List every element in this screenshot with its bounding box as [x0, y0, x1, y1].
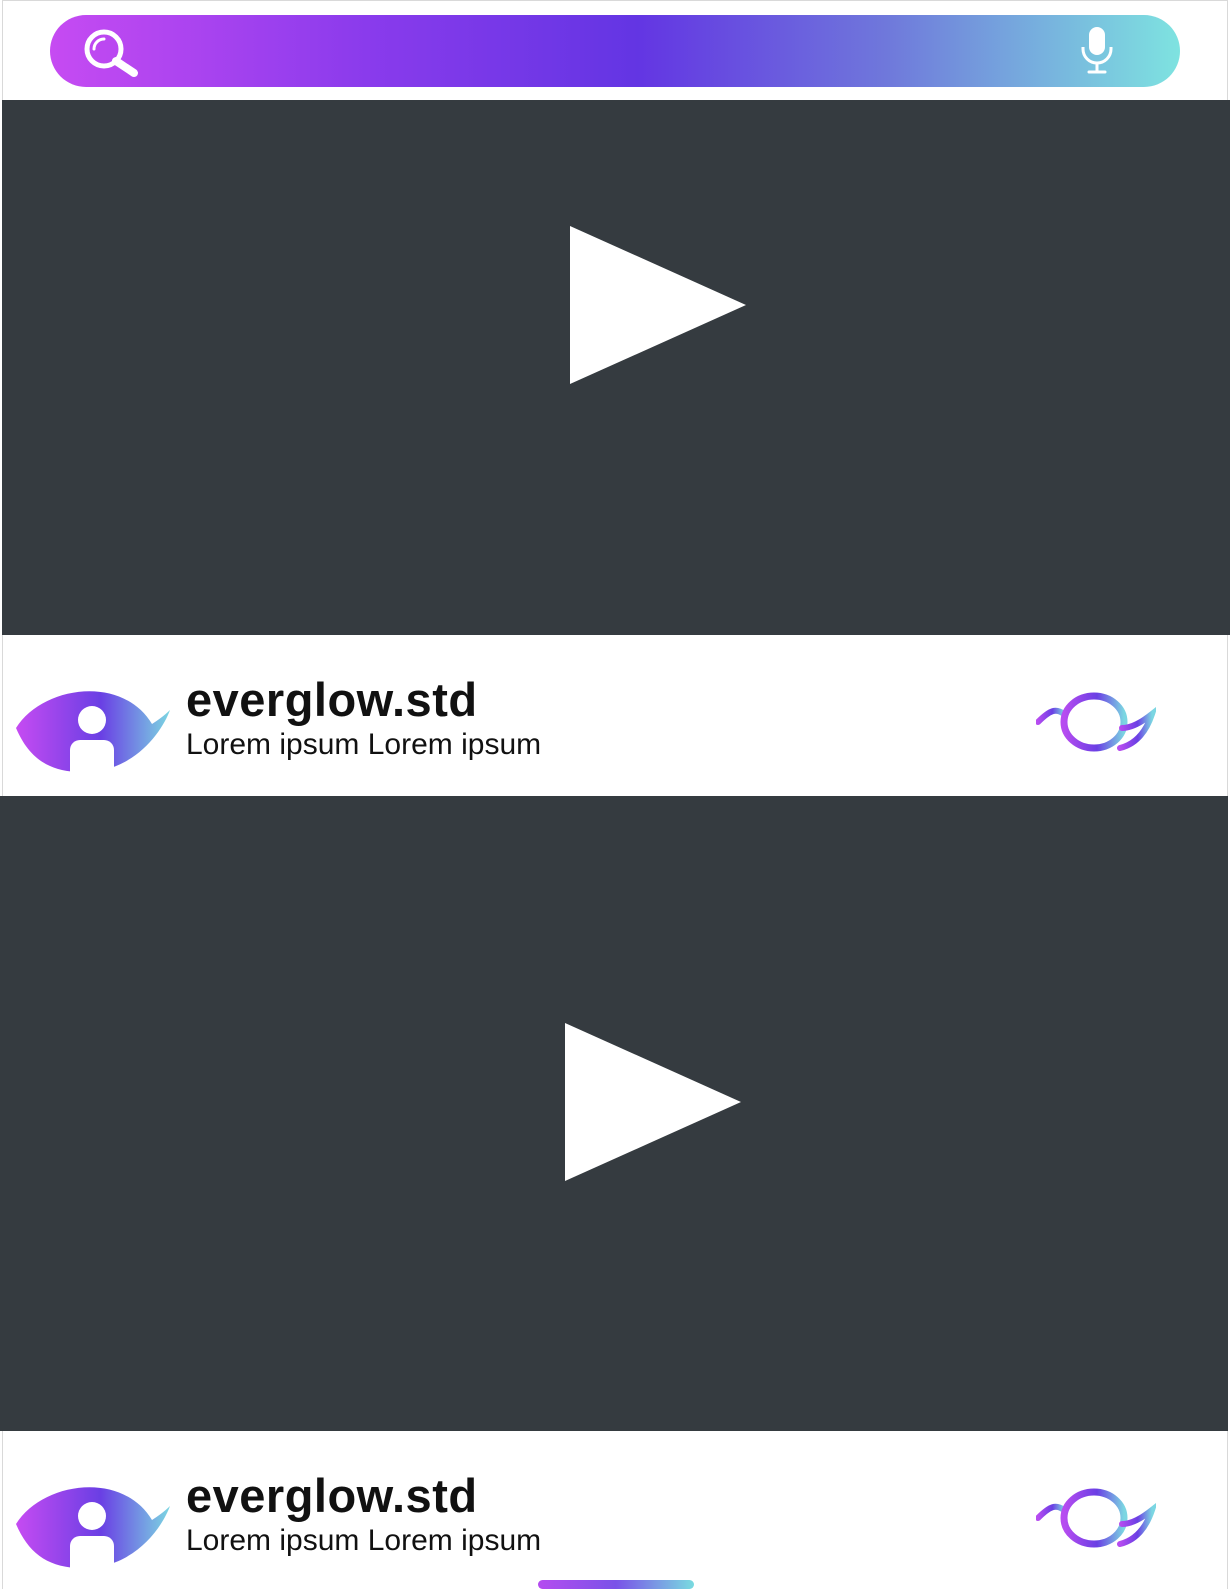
user-avatar-icon[interactable]: [12, 680, 172, 780]
video-subtitle: Lorem ipsum Lorem ipsum: [186, 1524, 542, 1557]
microphone-icon[interactable]: [1077, 25, 1117, 75]
home-indicator[interactable]: [538, 1580, 694, 1589]
play-icon[interactable]: [563, 1021, 743, 1183]
eye-icon[interactable]: [1036, 688, 1156, 758]
video-subtitle: Lorem ipsum Lorem ipsum: [186, 728, 542, 761]
eye-icon[interactable]: [1036, 1484, 1156, 1554]
user-avatar-icon[interactable]: [12, 1476, 172, 1576]
search-bar[interactable]: [50, 15, 1180, 87]
video-player[interactable]: [2, 100, 1230, 635]
play-icon[interactable]: [568, 224, 748, 386]
search-icon[interactable]: [80, 27, 144, 79]
video-info-row: everglow.std Lorem ipsum Lorem ipsum: [0, 670, 1230, 790]
video-info-row: everglow.std Lorem ipsum Lorem ipsum: [0, 1466, 1230, 1586]
channel-name[interactable]: everglow.std: [186, 676, 478, 723]
channel-name[interactable]: everglow.std: [186, 1472, 478, 1519]
video-player[interactable]: [0, 796, 1228, 1431]
